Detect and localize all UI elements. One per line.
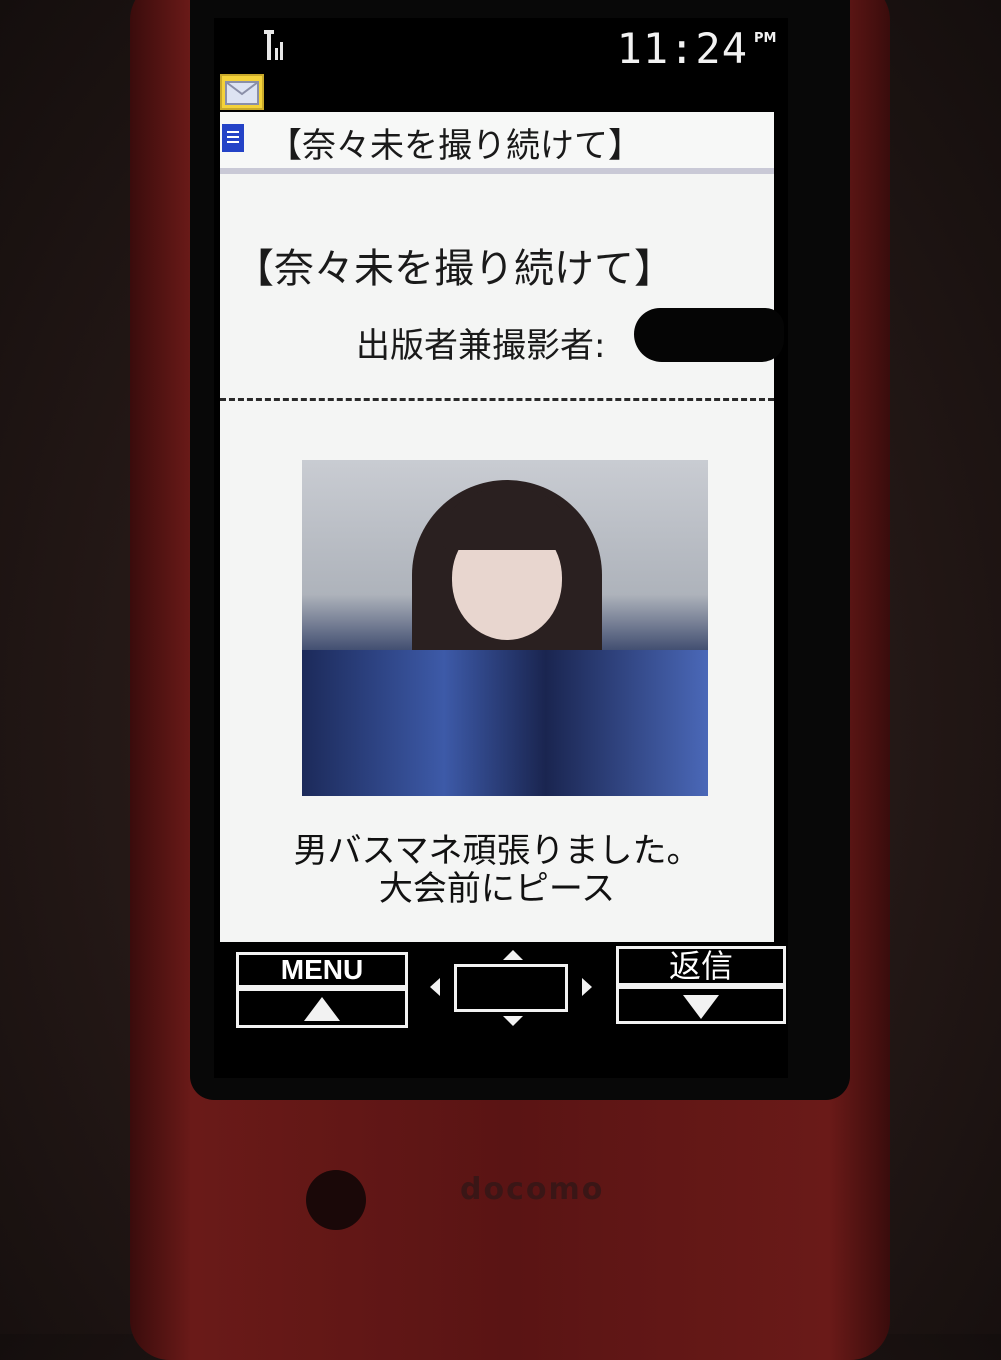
- document-icon: [222, 124, 244, 152]
- message-content[interactable]: 【奈々未を撮り続けて】 【奈々未を撮り続けて】 出版者兼撮影者: 男バスマネ頑張…: [220, 112, 784, 942]
- signal-icon: [264, 30, 283, 60]
- left-arrow-icon[interactable]: [430, 978, 440, 996]
- camera-icon: [306, 1170, 366, 1230]
- dpad-up-icon[interactable]: [503, 950, 523, 960]
- status-bar: 11:24 PM: [214, 18, 788, 74]
- phone-screen: 11:24 PM 【奈々未を撮り続けて】 【奈々未を撮り続けて】 出版者兼撮影者…: [214, 18, 788, 1078]
- menu-softkey[interactable]: MENU: [236, 952, 408, 988]
- ampm-indicator: PM: [754, 31, 777, 46]
- redaction-mark: [634, 308, 784, 362]
- dpad-center[interactable]: [454, 964, 568, 1012]
- dashed-divider: [220, 398, 774, 401]
- message-title: 【奈々未を撮り続けて】: [268, 126, 642, 166]
- message-title-bar: 【奈々未を撮り続けて】: [220, 112, 774, 174]
- attached-photo[interactable]: [302, 460, 708, 796]
- down-arrow-icon: [683, 995, 719, 1019]
- right-arrow-icon[interactable]: [582, 978, 592, 996]
- caption-line-1: 男バスマネ頑張りました。: [293, 831, 701, 871]
- mail-icon: [220, 74, 264, 110]
- up-arrow-icon: [304, 997, 340, 1021]
- reply-softkey[interactable]: 返信: [616, 946, 786, 986]
- brand-logo: docomo: [460, 1172, 605, 1207]
- caption-line-2: 大会前にピース: [378, 869, 616, 909]
- photo-jacket: [302, 650, 708, 796]
- scroll-up-softkey[interactable]: [236, 988, 408, 1028]
- author-label: 出版者兼撮影者:: [356, 326, 606, 366]
- photo-caption: 男バスマネ頑張りました。 大会前にピース: [220, 832, 774, 908]
- clock: 11:24: [616, 24, 748, 73]
- dpad-down-icon[interactable]: [503, 1016, 523, 1026]
- softkey-bar: MENU 返信: [220, 942, 788, 1062]
- scroll-down-softkey[interactable]: [616, 986, 786, 1024]
- message-heading: 【奈々未を撮り続けて】: [234, 246, 674, 292]
- mail-indicator-strip: [220, 74, 788, 112]
